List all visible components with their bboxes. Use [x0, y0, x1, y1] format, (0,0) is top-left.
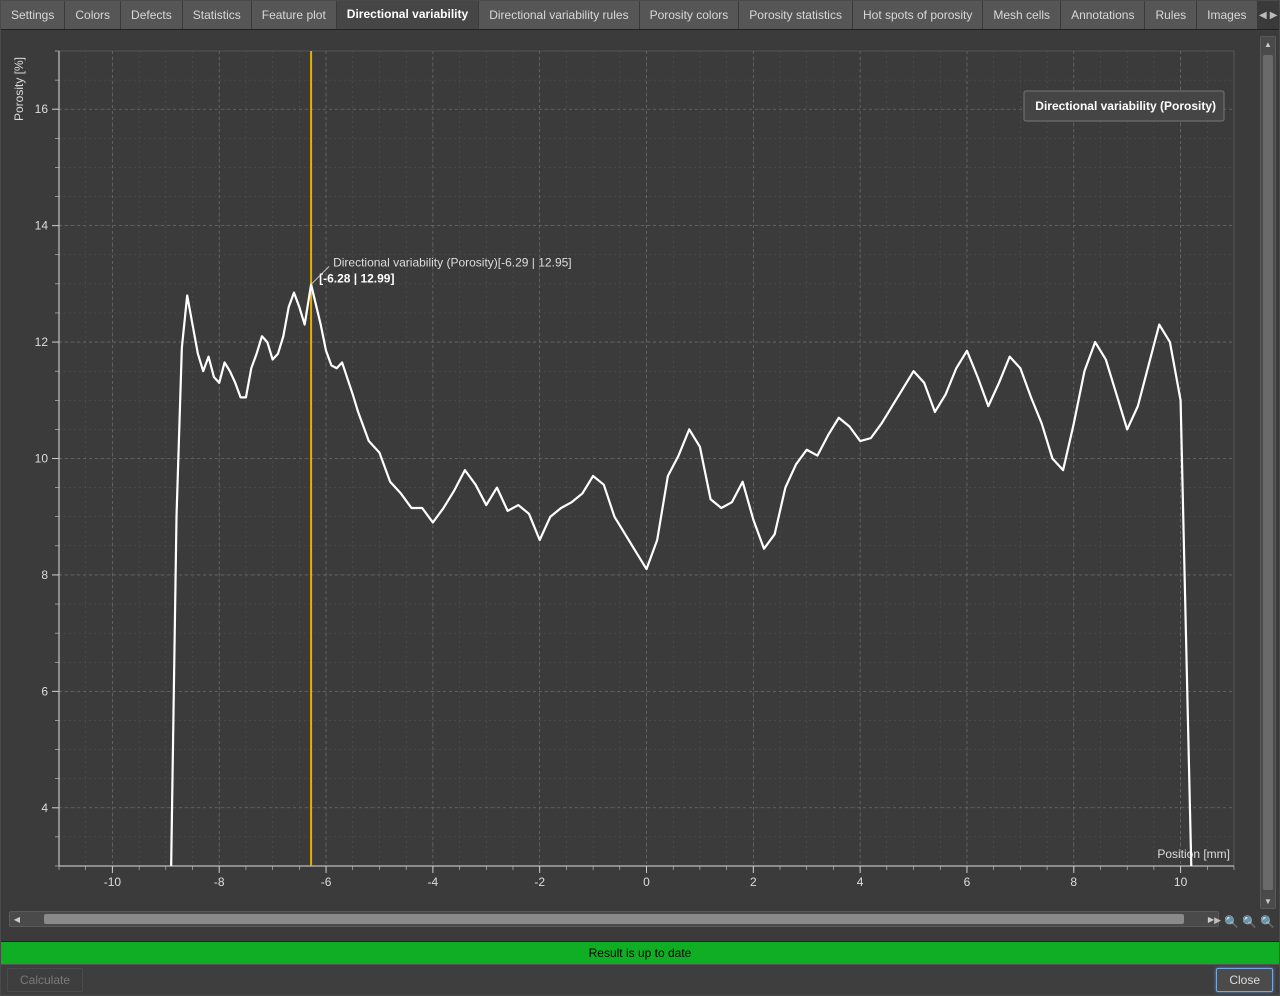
dialog-button-row: Calculate Close: [1, 964, 1279, 995]
svg-text:Directional variability (Poros: Directional variability (Porosity)[-6.29…: [333, 255, 572, 269]
tab-directional-variability-rules[interactable]: Directional variability rules: [479, 1, 639, 29]
status-text: Result is up to date: [589, 946, 692, 960]
chart-canvas[interactable]: -10 -8 -6 -4 -2 0 2 4 6 8 10 4 6 8 10 12 14 16 Position [m…: [9, 36, 1249, 896]
vertical-scrollbar[interactable]: ▲ ▼: [1260, 36, 1276, 909]
scroll-up-icon[interactable]: ▲: [1261, 37, 1275, 51]
tab-directional-variability[interactable]: Directional variability: [337, 1, 479, 29]
svg-text:-10: -10: [104, 875, 122, 889]
tab-statistics[interactable]: Statistics: [183, 1, 252, 29]
svg-text:Directional variability (Poros: Directional variability (Porosity): [1035, 99, 1216, 113]
tab-rules[interactable]: Rules: [1145, 1, 1197, 29]
tab-hot-spots-of-porosity[interactable]: Hot spots of porosity: [853, 1, 983, 29]
svg-text:14: 14: [35, 219, 49, 233]
tab-feature-plot[interactable]: Feature plot: [252, 1, 337, 29]
zoom-out-icon[interactable]: 🔍: [1242, 915, 1257, 929]
axis-expand-icon[interactable]: ▶: [1214, 915, 1221, 926]
svg-text:6: 6: [964, 875, 971, 889]
svg-text:-6: -6: [321, 875, 332, 889]
svg-text:[-6.28 | 12.99]: [-6.28 | 12.99]: [319, 271, 394, 285]
horizontal-scroll-thumb[interactable]: [44, 914, 1184, 924]
vertical-scroll-thumb[interactable]: [1263, 55, 1273, 890]
tab-images[interactable]: Images: [1197, 1, 1257, 29]
svg-text:0: 0: [643, 875, 650, 889]
svg-text:8: 8: [41, 568, 48, 582]
tab-scroll-right-icon[interactable]: ▶: [1268, 1, 1279, 29]
svg-text:4: 4: [41, 801, 48, 815]
tab-porosity-statistics[interactable]: Porosity statistics: [739, 1, 853, 29]
tab-strip: SettingsColorsDefectsStatisticsFeature p…: [1, 1, 1279, 30]
tab-colors[interactable]: Colors: [65, 1, 121, 29]
tab-porosity-colors[interactable]: Porosity colors: [640, 1, 740, 29]
zoom-fit-icon[interactable]: 🔍: [1260, 915, 1275, 929]
svg-text:8: 8: [1070, 875, 1077, 889]
svg-text:10: 10: [1174, 875, 1188, 889]
svg-text:-4: -4: [428, 875, 439, 889]
tab-settings[interactable]: Settings: [1, 1, 65, 29]
scroll-left-icon[interactable]: ◀: [10, 912, 24, 926]
svg-text:6: 6: [41, 684, 48, 698]
svg-text:Porosity [%]: Porosity [%]: [12, 57, 26, 121]
scroll-down-icon[interactable]: ▼: [1261, 894, 1275, 908]
close-button[interactable]: Close: [1216, 968, 1273, 992]
tab-mesh-cells[interactable]: Mesh cells: [983, 1, 1061, 29]
svg-text:-2: -2: [534, 875, 545, 889]
status-bar: Result is up to date: [1, 941, 1279, 964]
svg-text:4: 4: [857, 875, 864, 889]
tab-scroll-left-icon[interactable]: ◀: [1258, 1, 1269, 29]
svg-text:Position [mm]: Position [mm]: [1157, 847, 1230, 861]
horizontal-scrollbar[interactable]: ◀ ▶: [9, 911, 1219, 927]
tab-annotations[interactable]: Annotations: [1061, 1, 1145, 29]
zoom-in-icon[interactable]: 🔍: [1224, 915, 1239, 929]
svg-text:16: 16: [35, 102, 49, 116]
plot-area: -10 -8 -6 -4 -2 0 2 4 6 8 10 4 6 8 10 12 14 16 Position [m…: [1, 30, 1279, 941]
svg-text:10: 10: [35, 452, 49, 466]
svg-text:-8: -8: [214, 875, 225, 889]
svg-text:12: 12: [35, 335, 49, 349]
tab-defects[interactable]: Defects: [121, 1, 183, 29]
calculate-button: Calculate: [7, 968, 83, 992]
svg-text:2: 2: [750, 875, 757, 889]
